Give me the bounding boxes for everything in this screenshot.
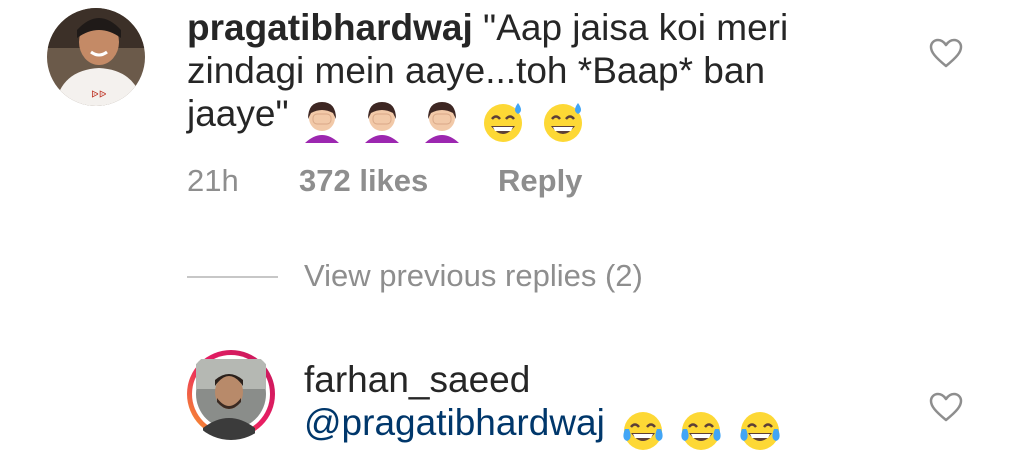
reply-emojis bbox=[621, 407, 786, 453]
woman-facepalming-icon bbox=[365, 102, 400, 144]
view-previous-replies-label: View previous replies (2) bbox=[304, 258, 643, 293]
comment-text: pragatibhardwaj "Aap jaisa koi meri zind… bbox=[187, 6, 877, 145]
reply-username[interactable]: farhan_saeed bbox=[304, 359, 530, 400]
svg-text:ᐉᐉ: ᐉᐉ bbox=[91, 89, 107, 101]
reply-text: farhan_saeed @pragatibhardwaj bbox=[304, 358, 904, 453]
comment-meta: 21h 372 likes Reply bbox=[187, 163, 687, 199]
comment-text-line3: jaaye" bbox=[187, 93, 289, 134]
reply-button[interactable]: Reply bbox=[498, 163, 582, 199]
avatar-farhan-saeed[interactable] bbox=[185, 348, 277, 440]
comment-emojis bbox=[299, 98, 590, 145]
like-heart-icon[interactable] bbox=[929, 392, 963, 422]
tears-of-joy-icon bbox=[623, 412, 663, 451]
avatar-pragatibhardwaj[interactable]: ᐉᐉ bbox=[47, 8, 145, 106]
likes-count-button[interactable]: 372 likes bbox=[299, 163, 428, 199]
grinning-sweat-icon bbox=[544, 103, 582, 143]
grinning-sweat-icon bbox=[483, 103, 522, 143]
like-heart-icon[interactable] bbox=[929, 38, 963, 68]
mention-link[interactable]: @pragatibhardwaj bbox=[304, 402, 605, 443]
comment-time: 21h bbox=[187, 163, 239, 198]
tears-of-joy-icon bbox=[681, 412, 722, 451]
woman-facepalming-icon bbox=[425, 102, 460, 144]
story-ring-avatar bbox=[187, 350, 275, 440]
comment-text-line2: zindagi mein aaye...toh *Baap* ban bbox=[187, 50, 766, 91]
tears-of-joy-icon bbox=[740, 412, 780, 451]
comment-text-line1: "Aap jaisa koi meri bbox=[472, 7, 789, 48]
profile-photo: ᐉᐉ bbox=[47, 8, 145, 106]
woman-facepalming-icon bbox=[304, 102, 339, 144]
comment-username[interactable]: pragatibhardwaj bbox=[187, 7, 473, 48]
replies-divider-line bbox=[187, 276, 278, 278]
